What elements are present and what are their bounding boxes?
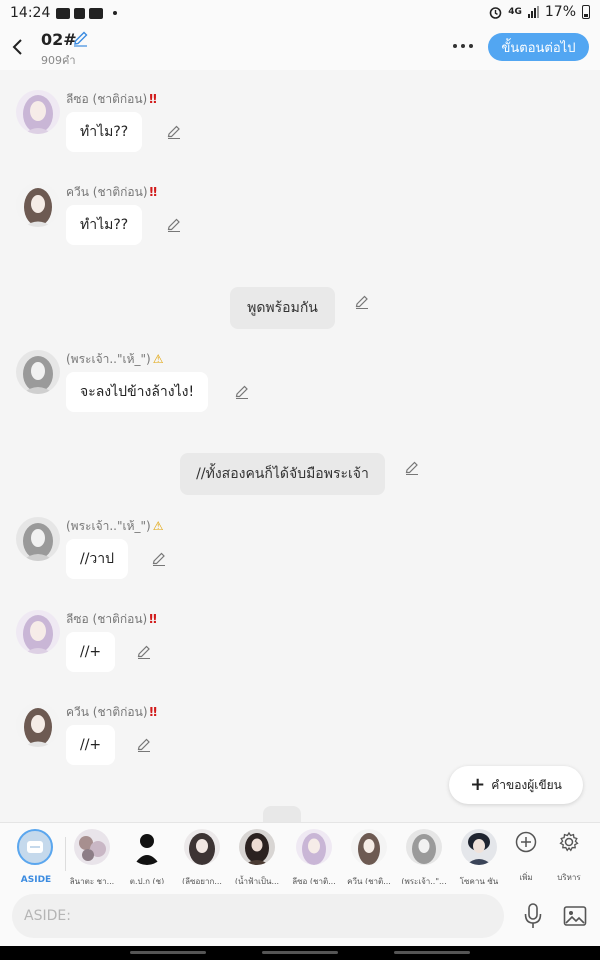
character-avatar[interactable]: โซคาน ซัน	[454, 829, 504, 886]
speaker-name: ควีน (ชาติก่อน) ‼	[66, 185, 158, 199]
drawer-handle[interactable]	[263, 806, 301, 822]
next-step-button[interactable]: ขั้นตอนต่อไป	[488, 33, 589, 61]
add-character-button[interactable]: เพิ่ม	[510, 831, 542, 883]
edit-pencil-icon[interactable]	[151, 551, 167, 567]
microphone-icon[interactable]	[522, 902, 544, 930]
youtube-icon	[89, 7, 104, 19]
avatar-lisa[interactable]	[16, 610, 60, 654]
alarm-icon	[489, 6, 502, 19]
avatar	[184, 829, 220, 865]
add-circle-icon	[515, 831, 537, 853]
avatar	[129, 829, 165, 865]
speaker-name: ควีน (ชาติก่อน) ‼	[66, 705, 158, 719]
manage-label: บริหาร	[557, 873, 581, 882]
edit-pencil-icon[interactable]	[404, 460, 420, 476]
writer-note-label: คำของผู้เขียน	[491, 777, 562, 792]
edit-pencil-icon[interactable]	[354, 294, 370, 310]
add-writer-note-button[interactable]: + คำของผู้เขียน	[449, 766, 583, 804]
speaker-name: ลีซอ (ชาติก่อน) ‼	[66, 612, 157, 626]
nav-home-button[interactable]	[262, 951, 338, 954]
battery-level: 17%	[544, 4, 576, 20]
character-bar: ASIDE ลินาตะ ชา... ต.ป.ก (ช) (ลีซอยาก...…	[0, 822, 600, 886]
avatar	[461, 829, 497, 865]
aside-tab[interactable]: ASIDE	[15, 829, 57, 885]
speaker-name: (พระเจ้า.."เห้_") ⚠	[66, 519, 164, 533]
signal-icon	[527, 6, 539, 18]
divider	[65, 837, 66, 871]
status-time: 14:24	[10, 5, 51, 21]
avatar-lisa[interactable]	[16, 90, 60, 134]
nav-recents-button[interactable]	[130, 951, 206, 954]
battery-icon	[582, 5, 590, 19]
system-nav-bar	[0, 946, 600, 960]
message-bubble[interactable]: ทำไม??	[66, 112, 143, 152]
avatar-queen[interactable]	[16, 183, 60, 227]
edit-title-icon[interactable]	[72, 30, 90, 48]
character-avatar[interactable]: (พระเจ้า.."...	[399, 829, 449, 886]
edit-pencil-icon[interactable]	[234, 384, 250, 400]
composer	[0, 884, 600, 946]
character-avatar[interactable]: (ลีซอยาก...	[177, 829, 227, 886]
character-avatar[interactable]: ลินาตะ ชา...	[67, 829, 117, 886]
avatar-god[interactable]	[16, 517, 60, 561]
status-bar: 14:24 4G 17%	[0, 0, 600, 26]
network-type-label: 4G	[508, 7, 522, 17]
character-avatar[interactable]: ควีน (ชาติ...	[344, 829, 394, 886]
avatar-queen[interactable]	[16, 703, 60, 747]
image-icon[interactable]	[563, 904, 587, 928]
speaker-name: (พระเจ้า.."เห้_") ⚠	[66, 352, 164, 366]
message-bubble[interactable]: ทำไม??	[66, 205, 143, 245]
character-avatar[interactable]: (น้ำฟ้าเป็น...	[232, 829, 282, 886]
message-bubble[interactable]: //+	[66, 632, 116, 672]
back-arrow-icon[interactable]	[8, 34, 28, 60]
avatar	[74, 829, 110, 865]
avatar	[351, 829, 387, 865]
notification-dot-icon	[113, 11, 118, 15]
character-avatar[interactable]: ต.ป.ก (ช)	[122, 829, 172, 886]
manage-characters-button[interactable]: บริหาร	[553, 831, 585, 883]
message-bubble[interactable]: จะลงไปข้างล้างไง!	[66, 372, 209, 412]
character-avatar[interactable]: ลีซอ (ชาติ...	[289, 829, 339, 886]
word-count: 909คำ	[41, 54, 76, 67]
add-label: เพิ่ม	[519, 873, 533, 882]
edit-pencil-icon[interactable]	[136, 644, 152, 660]
message-bubble[interactable]: //วาป	[66, 539, 129, 579]
narration-bubble[interactable]: //ทั้งสองคนก็ได้จับมือพระเจ้า	[180, 453, 385, 495]
avatar	[239, 829, 275, 865]
more-options-icon[interactable]	[450, 34, 476, 58]
aside-input[interactable]	[12, 894, 504, 938]
speaker-name: ลีซอ (ชาติก่อน) ‼	[66, 92, 157, 106]
avatar	[296, 829, 332, 865]
edit-pencil-icon[interactable]	[136, 737, 152, 753]
message-bubble[interactable]: //+	[66, 725, 116, 765]
avatar	[406, 829, 442, 865]
nav-back-button[interactable]	[394, 951, 470, 954]
avatar-god[interactable]	[16, 350, 60, 394]
aside-icon	[17, 829, 53, 865]
youtube-icon	[56, 7, 71, 19]
facebook-icon	[74, 7, 86, 19]
narration-bubble[interactable]: พูดพร้อมกัน	[230, 287, 335, 329]
chat-area: ลีซอ (ชาติก่อน) ‼ ทำไม?? ควีน (ชาติก่อน) ‼…	[0, 70, 600, 822]
edit-pencil-icon[interactable]	[166, 124, 182, 140]
plus-icon: +	[470, 774, 486, 795]
edit-pencil-icon[interactable]	[166, 217, 182, 233]
header: 02# 909คำ ขั้นตอนต่อไป	[0, 26, 600, 70]
gear-icon	[559, 831, 579, 852]
